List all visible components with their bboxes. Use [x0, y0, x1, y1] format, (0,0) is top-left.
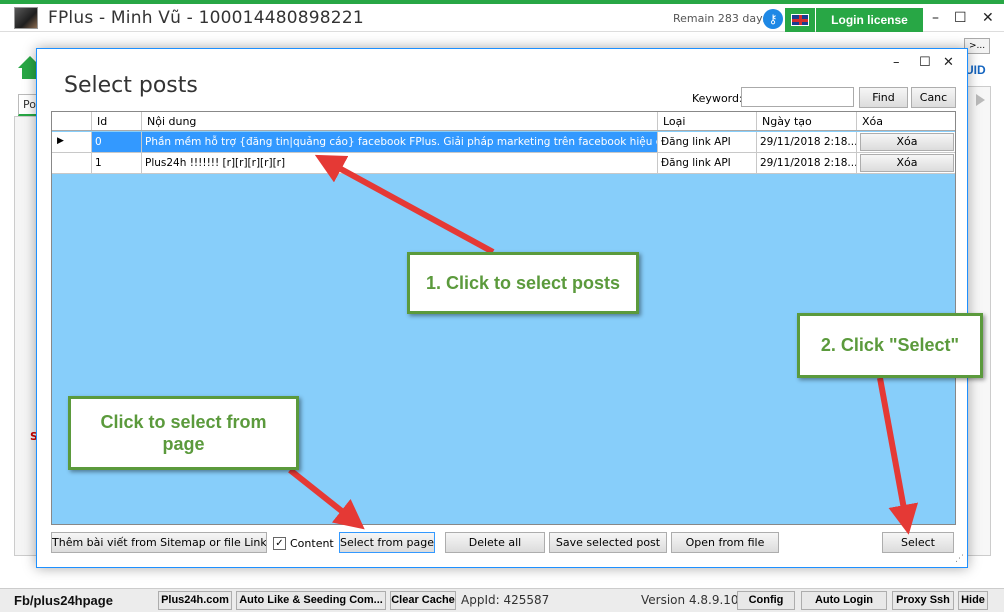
close-button[interactable]: ✕: [982, 10, 994, 26]
row-date[interactable]: 29/11/2018 2:18...: [757, 153, 857, 173]
avatar: [14, 7, 38, 29]
key-icon[interactable]: ⚷: [763, 9, 783, 29]
header-type[interactable]: Loại: [658, 112, 757, 130]
row-date[interactable]: 29/11/2018 2:18...: [757, 132, 857, 152]
content-checkbox[interactable]: ✓: [273, 537, 286, 550]
current-page-label: Fb/plus24hpage: [14, 593, 113, 608]
keyword-label: Keyword:: [692, 92, 743, 105]
open-from-file-button[interactable]: Open from file: [671, 532, 779, 553]
delete-all-button[interactable]: Delete all: [445, 532, 545, 553]
table-row[interactable]: ▶ 0 Phần mềm hỗ trợ {đăng tin|quảng cáo}…: [52, 132, 955, 153]
dialog-title: Select posts: [64, 73, 198, 98]
version-label: Version 4.8.9.10: [641, 593, 739, 607]
app-title: FPlus - Minh Vũ - 100014480898221: [48, 8, 364, 28]
table-row[interactable]: 1 Plus24h !!!!!!! [r][r][r][r][r] Đăng l…: [52, 153, 955, 174]
header-id[interactable]: Id: [92, 112, 142, 130]
row-selector-icon[interactable]: ▶: [52, 132, 92, 152]
grid-header: Id Nội dung Loại Ngày tạo Xóa: [52, 112, 955, 131]
header-date[interactable]: Ngày tạo: [757, 112, 857, 130]
status-bar: Fb/plus24hpage Plus24h.com Auto Like & S…: [0, 588, 1004, 612]
resize-grip-icon[interactable]: ⋰: [955, 554, 964, 564]
auto-like-button[interactable]: Auto Like & Seeding Com...: [236, 591, 386, 610]
row-delete-cell: Xóa: [857, 153, 955, 173]
dialog-maximize-button[interactable]: ☐: [919, 55, 931, 70]
minimize-button[interactable]: –: [932, 10, 939, 26]
keyword-input[interactable]: [741, 87, 854, 107]
dialog-minimize-button[interactable]: –: [893, 55, 900, 70]
row-content[interactable]: Plus24h !!!!!!! [r][r][r][r][r]: [142, 153, 658, 173]
play-arrow-icon[interactable]: [976, 94, 985, 106]
delete-row-button[interactable]: Xóa: [860, 133, 954, 151]
cancel-button[interactable]: Canc: [911, 87, 956, 108]
app-id-label: AppId: 425587: [461, 593, 550, 607]
row-type[interactable]: Đăng link API: [658, 153, 757, 173]
row-type[interactable]: Đăng link API: [658, 132, 757, 152]
config-button[interactable]: Config: [737, 591, 795, 610]
select-button[interactable]: Select: [882, 532, 954, 553]
proxy-ssh-button[interactable]: Proxy Ssh: [892, 591, 954, 610]
main-left-panel: [14, 116, 38, 556]
uk-flag-icon: [791, 14, 809, 26]
plus24h-button[interactable]: Plus24h.com: [158, 591, 232, 610]
header-content[interactable]: Nội dung: [142, 112, 658, 130]
content-checkbox-label: Content: [290, 537, 334, 550]
row-content[interactable]: Phần mềm hỗ trợ {đăng tin|quảng cáo} fac…: [142, 132, 658, 152]
hide-button[interactable]: Hide: [958, 591, 988, 610]
login-license-button[interactable]: Login license: [816, 8, 923, 32]
callout-click-select: 2. Click "Select": [797, 313, 983, 378]
row-selector-icon[interactable]: [52, 153, 92, 173]
add-from-sitemap-button[interactable]: Thêm bài viết from Sitemap or file Link …: [51, 532, 267, 553]
callout-select-from-page: Click to select from page: [68, 396, 299, 470]
language-button[interactable]: [785, 8, 815, 32]
save-selected-post-button[interactable]: Save selected post: [549, 532, 667, 553]
clear-cache-button[interactable]: Clear Cache: [390, 591, 456, 610]
delete-row-button[interactable]: Xóa: [860, 154, 954, 172]
maximize-button[interactable]: ☐: [954, 10, 967, 26]
row-id[interactable]: 1: [92, 153, 142, 173]
license-remaining: Remain 283 days: [673, 12, 769, 25]
uid-label: UID: [965, 63, 986, 77]
dialog-close-button[interactable]: ✕: [943, 55, 954, 70]
header-delete[interactable]: Xóa: [857, 112, 955, 130]
row-id[interactable]: 0: [92, 132, 142, 152]
row-delete-cell: Xóa: [857, 132, 955, 152]
header-row-marker: [52, 112, 92, 130]
app-titlebar: FPlus - Minh Vũ - 100014480898221 Remain…: [0, 4, 1004, 32]
select-from-page-button[interactable]: Select from page: [339, 532, 435, 553]
auto-login-button[interactable]: Auto Login: [801, 591, 887, 610]
find-button[interactable]: Find: [859, 87, 908, 108]
callout-select-posts: 1. Click to select posts: [407, 252, 639, 314]
